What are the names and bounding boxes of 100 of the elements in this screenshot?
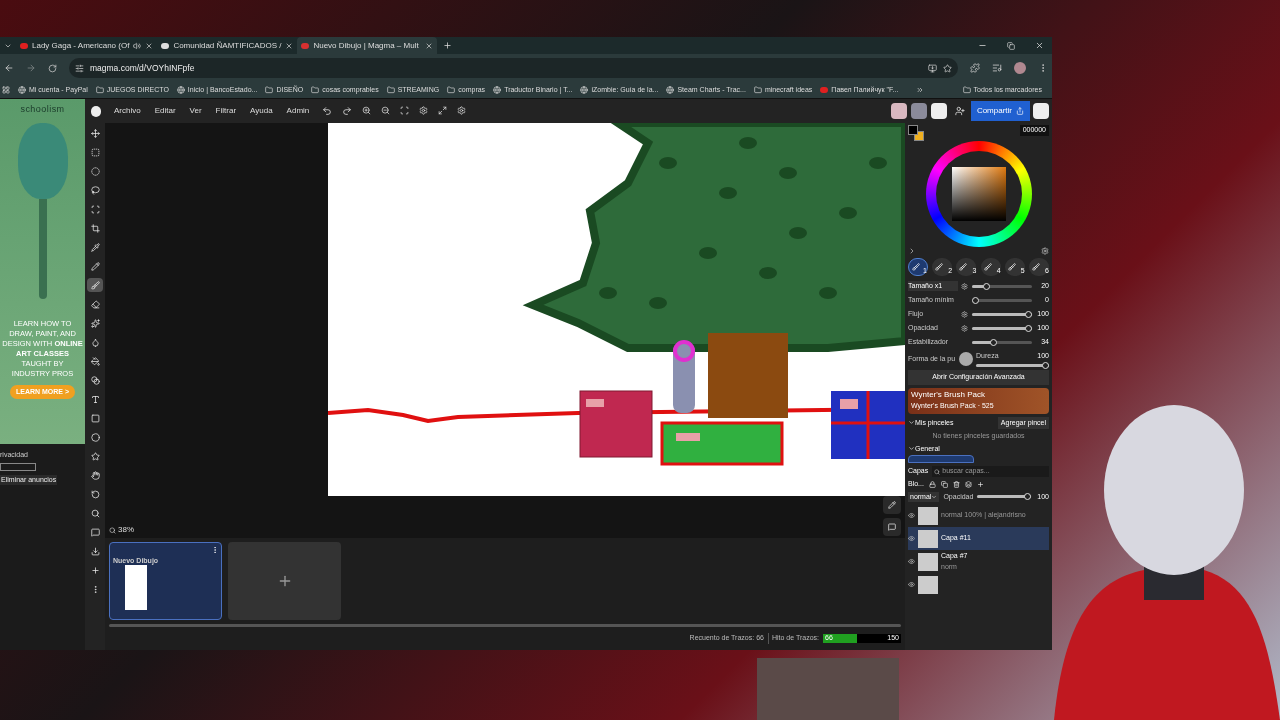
pressure-icon[interactable] <box>961 310 968 318</box>
slider-thumb[interactable] <box>1042 362 1049 370</box>
menu-item[interactable]: Filtrar <box>208 105 244 117</box>
browser-tab[interactable]: Lady Gaga - Americano (Of <box>16 37 158 54</box>
pen-mode-button[interactable] <box>883 496 901 514</box>
brush-pack-title: Wynter's Brush Pack <box>911 389 986 402</box>
more-icon[interactable] <box>211 546 219 554</box>
export-icon <box>90 546 100 556</box>
lock-icon[interactable] <box>928 480 936 488</box>
new-tab-icon[interactable] <box>443 41 453 50</box>
brush-icon <box>959 263 968 271</box>
site-icon <box>666 86 675 94</box>
close-window-icon[interactable] <box>1035 41 1044 50</box>
setting-slider[interactable] <box>972 340 1032 344</box>
fullscreen-icon[interactable] <box>438 106 448 115</box>
menu-item[interactable]: Ayuda <box>243 105 280 117</box>
browser-tab[interactable]: Comunidad ÑAMTIFICADOS / <box>157 37 298 54</box>
visibility-icon[interactable] <box>908 535 915 542</box>
expand-icon[interactable] <box>908 247 916 255</box>
slider-thumb[interactable] <box>1025 324 1032 332</box>
site-settings-icon[interactable] <box>75 63 84 73</box>
close-tab-icon[interactable] <box>145 41 154 50</box>
brush-icon <box>935 263 944 271</box>
site-icon <box>176 86 185 94</box>
pressure-icon[interactable] <box>961 282 968 290</box>
menu-item[interactable]: Editar <box>147 105 183 117</box>
user-avatar[interactable] <box>890 103 907 119</box>
slider-thumb[interactable] <box>1025 310 1032 318</box>
setting-slider[interactable] <box>972 284 1032 288</box>
delete-icon[interactable] <box>952 480 960 488</box>
redo-icon[interactable] <box>342 106 353 116</box>
more-bookmarks-icon[interactable] <box>916 86 925 94</box>
chat-button[interactable] <box>883 518 901 536</box>
menu-item[interactable]: Archivo <box>107 105 148 117</box>
zoom-icon <box>90 508 100 518</box>
bookmark-star-icon[interactable] <box>943 63 952 73</box>
add-layer-icon[interactable] <box>976 480 984 488</box>
slider-thumb[interactable] <box>972 296 979 304</box>
close-tab-icon[interactable] <box>425 41 434 50</box>
app-logo-icon[interactable] <box>91 105 101 117</box>
restore-icon[interactable] <box>1007 41 1015 50</box>
chevron-down-icon <box>908 419 915 427</box>
folder-icon <box>447 86 456 94</box>
media-control-icon[interactable] <box>992 63 1002 73</box>
back-icon[interactable] <box>4 63 14 73</box>
share-button[interactable]: Compartir <box>970 101 1030 121</box>
menu-item[interactable]: Ver <box>182 105 209 117</box>
address-bar[interactable]: magma.com/d/VOYhINFpfe <box>69 58 958 78</box>
brush-icon <box>912 263 920 271</box>
apps-icon[interactable] <box>2 86 10 94</box>
color-square[interactable] <box>951 167 1006 221</box>
gradient-icon <box>90 375 100 385</box>
zoom-out-icon[interactable] <box>381 106 391 115</box>
primary-color-swatch[interactable] <box>908 125 918 135</box>
folder-icon <box>95 86 104 94</box>
visibility-icon[interactable] <box>908 512 915 519</box>
setting-slider[interactable] <box>972 298 1032 302</box>
setting-slider[interactable] <box>976 364 1049 368</box>
undo-icon[interactable] <box>322 106 333 116</box>
user-avatar[interactable] <box>930 103 947 119</box>
setting-slider[interactable] <box>972 326 1032 330</box>
slider-thumb[interactable] <box>982 282 990 290</box>
brush-icon <box>1007 263 1016 271</box>
pressure-icon[interactable] <box>961 324 968 332</box>
extensions-icon[interactable] <box>970 63 980 73</box>
slider-thumb[interactable] <box>990 338 997 346</box>
crop-icon <box>90 223 100 233</box>
zoom-level[interactable]: 38% <box>109 524 134 536</box>
install-app-icon[interactable] <box>928 63 937 73</box>
duplicate-icon[interactable] <box>940 480 948 488</box>
zoom-in-icon[interactable] <box>362 106 372 115</box>
chevron-down-icon <box>908 445 915 453</box>
pencil-icon <box>90 261 100 271</box>
text-icon <box>90 394 100 404</box>
visibility-icon[interactable] <box>908 558 915 565</box>
tab-title: Lady Gaga - Americano (Of <box>32 39 130 52</box>
reload-icon[interactable] <box>48 63 57 73</box>
slider-thumb[interactable] <box>1024 493 1032 501</box>
opacity-slider[interactable] <box>977 495 1032 499</box>
browser-tab[interactable]: Nuevo Dibujo | Magma – Mult <box>297 37 438 54</box>
fit-icon[interactable] <box>400 106 410 115</box>
brush-shape-preview[interactable] <box>959 352 973 366</box>
chevron-down-icon <box>931 493 938 500</box>
setting-slider[interactable] <box>972 312 1032 316</box>
brush-tool[interactable] <box>87 278 103 292</box>
smudge-icon <box>90 318 100 328</box>
settings-icon[interactable] <box>1041 247 1049 255</box>
folder-icon <box>753 86 762 94</box>
scrollbar[interactable] <box>109 624 901 627</box>
profile-avatar[interactable] <box>1014 62 1026 74</box>
merge-icon[interactable] <box>964 480 972 488</box>
speaker-icon[interactable] <box>133 41 142 50</box>
hand-icon <box>90 470 100 480</box>
close-tab-icon[interactable] <box>285 41 294 50</box>
settings-icon[interactable] <box>457 106 467 115</box>
menu-item[interactable]: Admin <box>279 105 317 117</box>
add-user-icon[interactable] <box>954 106 965 116</box>
settings-icon[interactable] <box>419 106 429 115</box>
brush-icon <box>1031 263 1040 271</box>
visibility-icon[interactable] <box>908 581 915 588</box>
